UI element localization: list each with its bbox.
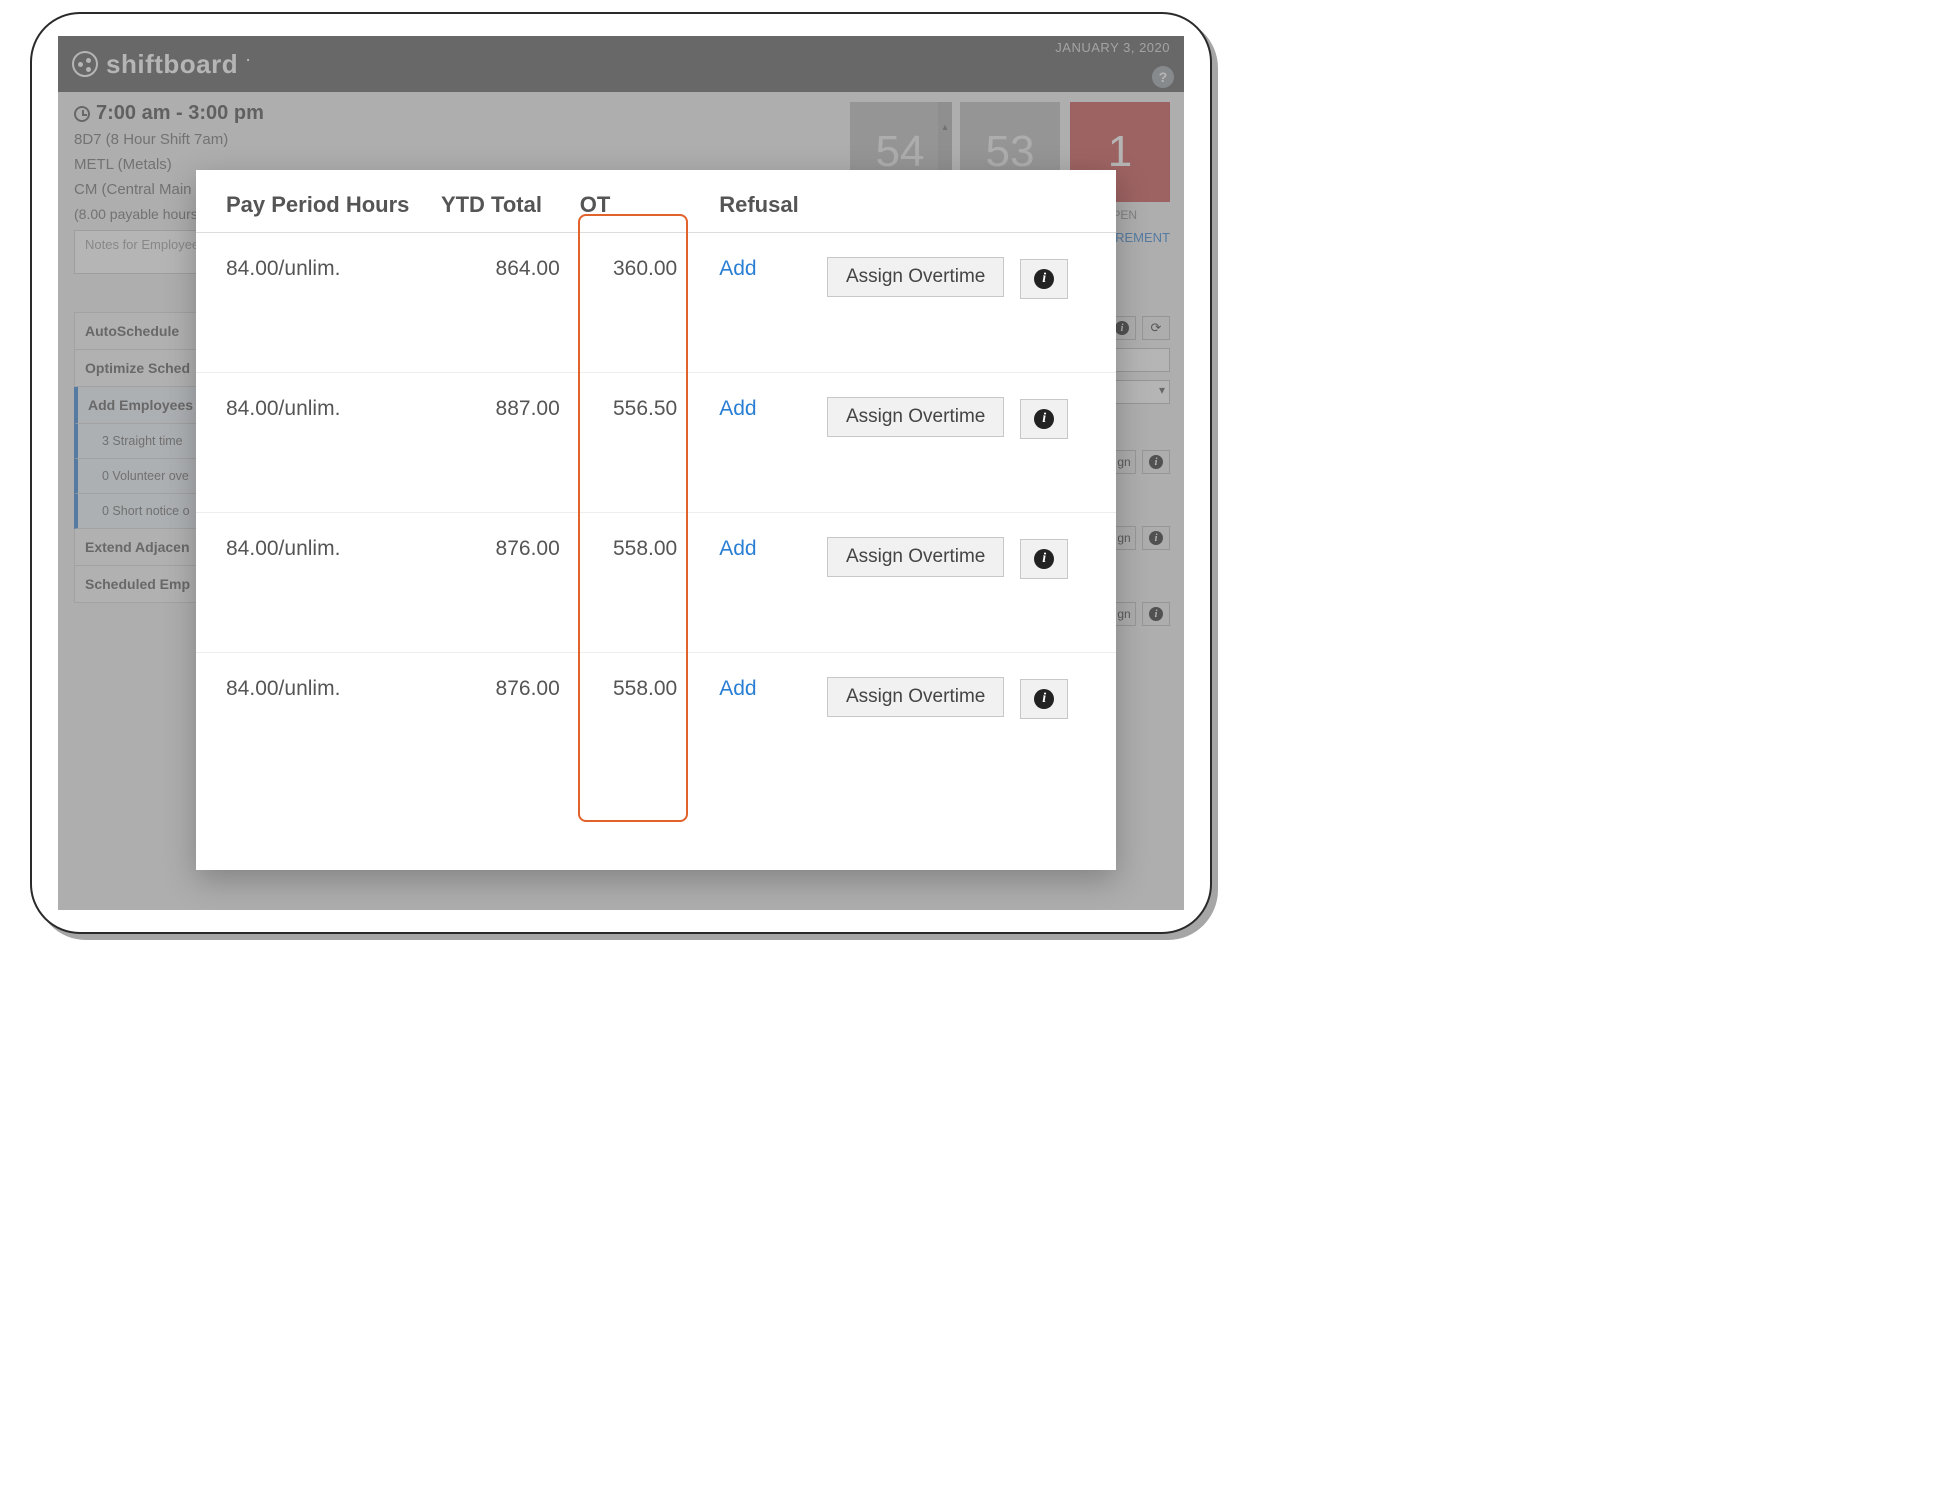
info-icon: i	[1034, 549, 1054, 569]
cell-pph: 84.00/unlim.	[196, 653, 431, 793]
assign-overtime-button[interactable]: Assign Overtime	[827, 397, 1004, 437]
table-row: 84.00/unlim. 887.00 556.50 Add Assign Ov…	[196, 373, 1116, 513]
cell-ytd: 876.00	[431, 653, 570, 793]
cell-ot: 558.00	[570, 653, 687, 793]
table-row: 84.00/unlim. 864.00 360.00 Add Assign Ov…	[196, 233, 1116, 373]
cell-ytd: 876.00	[431, 513, 570, 653]
row-info-button[interactable]: i	[1020, 539, 1068, 579]
info-icon: i	[1034, 409, 1054, 429]
col-header-refusal: Refusal	[687, 170, 817, 233]
col-header-ytd: YTD Total	[431, 170, 570, 233]
row-info-button[interactable]: i	[1020, 399, 1068, 439]
add-refusal-link[interactable]: Add	[719, 257, 756, 280]
cell-pph: 84.00/unlim.	[196, 233, 431, 373]
table-row: 84.00/unlim. 876.00 558.00 Add Assign Ov…	[196, 513, 1116, 653]
table-row: 84.00/unlim. 876.00 558.00 Add Assign Ov…	[196, 653, 1116, 793]
col-header-actions	[817, 170, 1116, 233]
col-header-pay-period: Pay Period Hours	[196, 170, 431, 233]
table-header-row: Pay Period Hours YTD Total OT Refusal	[196, 170, 1116, 233]
assign-overtime-button[interactable]: Assign Overtime	[827, 537, 1004, 577]
tablet-frame: shiftboard. JANUARY 3, 2020 ? 7:00 am - …	[30, 12, 1212, 934]
cell-ot: 558.00	[570, 513, 687, 653]
overtime-table: Pay Period Hours YTD Total OT Refusal 84…	[196, 170, 1116, 793]
assign-overtime-button[interactable]: Assign Overtime	[827, 677, 1004, 717]
assign-overtime-button[interactable]: Assign Overtime	[827, 257, 1004, 297]
col-header-ot: OT	[570, 170, 687, 233]
row-info-button[interactable]: i	[1020, 259, 1068, 299]
info-icon: i	[1034, 689, 1054, 709]
cell-ot: 360.00	[570, 233, 687, 373]
cell-ot: 556.50	[570, 373, 687, 513]
add-refusal-link[interactable]: Add	[719, 677, 756, 700]
add-refusal-link[interactable]: Add	[719, 397, 756, 420]
info-icon: i	[1034, 269, 1054, 289]
add-refusal-link[interactable]: Add	[719, 537, 756, 560]
cell-ytd: 887.00	[431, 373, 570, 513]
cell-pph: 84.00/unlim.	[196, 373, 431, 513]
cell-pph: 84.00/unlim.	[196, 513, 431, 653]
overtime-modal: Pay Period Hours YTD Total OT Refusal 84…	[196, 170, 1116, 870]
row-info-button[interactable]: i	[1020, 679, 1068, 719]
screen: shiftboard. JANUARY 3, 2020 ? 7:00 am - …	[58, 36, 1184, 910]
cell-ytd: 864.00	[431, 233, 570, 373]
